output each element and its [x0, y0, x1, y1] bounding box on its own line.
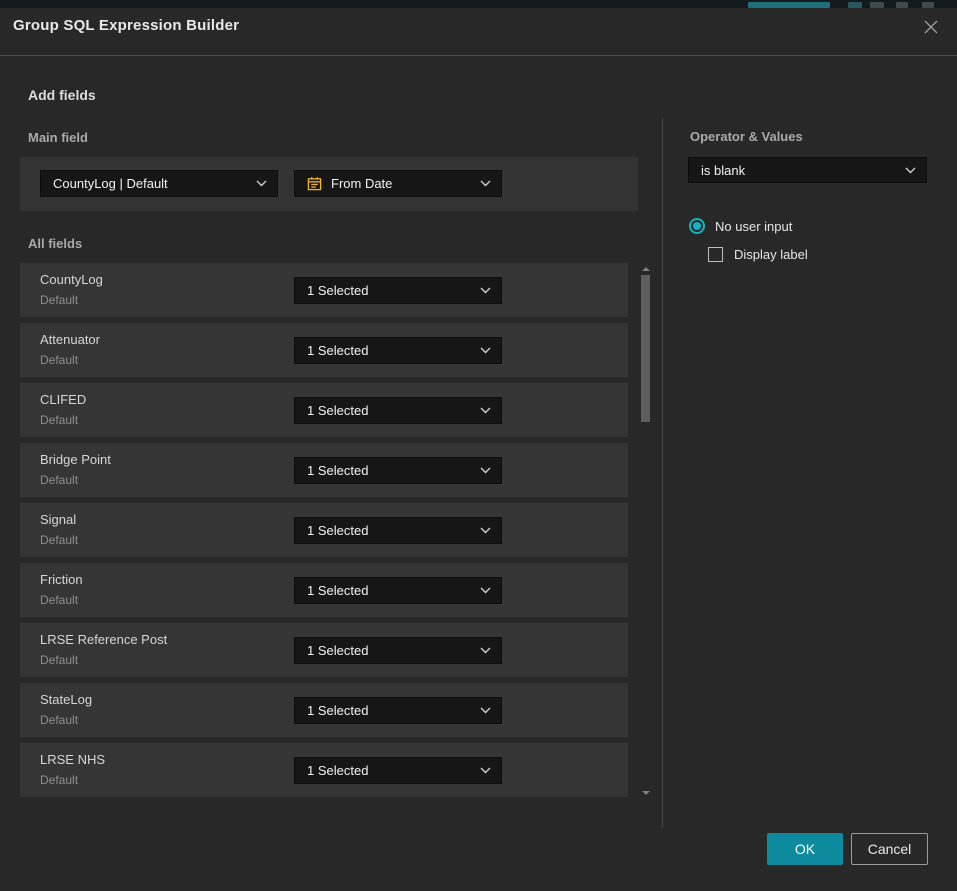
field-row: Bridge Point Default 1 Selected: [20, 443, 628, 497]
chevron-down-icon: [480, 767, 491, 774]
scrollbar-thumb[interactable]: [641, 275, 650, 422]
main-field-label: Main field: [28, 130, 88, 145]
field-selected-value: 1 Selected: [307, 703, 472, 718]
field-source-label: Default: [40, 293, 78, 307]
fields-list-scrollbar[interactable]: [639, 263, 652, 797]
field-selected-dropdown[interactable]: 1 Selected: [294, 337, 502, 364]
calendar-icon: [307, 176, 322, 191]
display-label-checkbox[interactable]: Display label: [708, 247, 808, 262]
field-selected-value: 1 Selected: [307, 283, 472, 298]
scrollbar-down-arrow-icon[interactable]: [642, 791, 650, 795]
field-selected-value: 1 Selected: [307, 763, 472, 778]
field-selected-value: 1 Selected: [307, 343, 472, 358]
field-row: Attenuator Default 1 Selected: [20, 323, 628, 377]
field-source-label: Default: [40, 353, 78, 367]
field-name: LRSE Reference Post: [40, 632, 167, 647]
field-row: CountyLog Default 1 Selected: [20, 263, 628, 317]
operator-dropdown-value: is blank: [701, 163, 897, 178]
main-field-dropdown[interactable]: From Date: [294, 170, 502, 197]
scrollbar-up-arrow-icon[interactable]: [642, 267, 650, 271]
field-selected-dropdown[interactable]: 1 Selected: [294, 517, 502, 544]
operator-dropdown[interactable]: is blank: [688, 157, 927, 183]
chevron-down-icon: [480, 180, 491, 187]
chevron-down-icon: [480, 287, 491, 294]
chevron-down-icon: [480, 407, 491, 414]
field-row: StateLog Default 1 Selected: [20, 683, 628, 737]
chevron-down-icon: [480, 527, 491, 534]
field-selected-dropdown[interactable]: 1 Selected: [294, 277, 502, 304]
field-selected-dropdown[interactable]: 1 Selected: [294, 757, 502, 784]
main-field-dropdown-value: From Date: [331, 176, 472, 191]
field-selected-value: 1 Selected: [307, 403, 472, 418]
field-selected-dropdown[interactable]: 1 Selected: [294, 397, 502, 424]
operator-values-heading: Operator & Values: [690, 129, 803, 144]
field-source-label: Default: [40, 413, 78, 427]
chevron-down-icon: [480, 647, 491, 654]
ok-button[interactable]: OK: [767, 833, 843, 865]
main-layer-dropdown-value: CountyLog | Default: [53, 176, 248, 191]
field-name: Signal: [40, 512, 76, 527]
field-source-label: Default: [40, 533, 78, 547]
no-user-input-label: No user input: [715, 219, 792, 234]
title-divider: [0, 55, 957, 56]
field-source-label: Default: [40, 653, 78, 667]
field-row: Signal Default 1 Selected: [20, 503, 628, 557]
field-selected-value: 1 Selected: [307, 523, 472, 538]
field-row: LRSE NHS Default 1 Selected: [20, 743, 628, 797]
field-name: StateLog: [40, 692, 92, 707]
chevron-down-icon: [480, 467, 491, 474]
field-selected-value: 1 Selected: [307, 643, 472, 658]
close-icon: [921, 17, 941, 40]
field-selected-dropdown[interactable]: 1 Selected: [294, 637, 502, 664]
checkbox-unchecked-icon: [708, 247, 723, 262]
field-selected-value: 1 Selected: [307, 463, 472, 478]
field-selected-dropdown[interactable]: 1 Selected: [294, 577, 502, 604]
field-selected-dropdown[interactable]: 1 Selected: [294, 697, 502, 724]
field-source-label: Default: [40, 473, 78, 487]
field-selected-value: 1 Selected: [307, 583, 472, 598]
add-fields-heading: Add fields: [28, 87, 96, 103]
display-label-text: Display label: [734, 247, 808, 262]
main-layer-dropdown[interactable]: CountyLog | Default: [40, 170, 278, 197]
chevron-down-icon: [905, 167, 916, 174]
field-name: LRSE NHS: [40, 752, 105, 767]
field-name: Friction: [40, 572, 83, 587]
chevron-down-icon: [480, 347, 491, 354]
radio-selected-icon: [689, 218, 705, 234]
field-source-label: Default: [40, 773, 78, 787]
field-row: CLIFED Default 1 Selected: [20, 383, 628, 437]
main-field-panel: CountyLog | Default From Date: [20, 157, 638, 211]
field-name: CLIFED: [40, 392, 86, 407]
field-name: Bridge Point: [40, 452, 111, 467]
field-selected-dropdown[interactable]: 1 Selected: [294, 457, 502, 484]
cancel-button[interactable]: Cancel: [851, 833, 928, 865]
chevron-down-icon: [480, 587, 491, 594]
all-fields-list: CountyLog Default 1 Selected Attenuator Defa…: [20, 263, 628, 797]
field-source-label: Default: [40, 713, 78, 727]
field-name: CountyLog: [40, 272, 103, 287]
close-button[interactable]: [917, 14, 945, 42]
all-fields-label: All fields: [28, 236, 82, 251]
field-row: Friction Default 1 Selected: [20, 563, 628, 617]
field-source-label: Default: [40, 593, 78, 607]
dialog-title: Group SQL Expression Builder: [13, 17, 239, 34]
chevron-down-icon: [480, 707, 491, 714]
no-user-input-radio[interactable]: No user input: [689, 218, 792, 234]
chevron-down-icon: [256, 180, 267, 187]
background-app-strip: [0, 0, 957, 8]
panel-divider: [662, 118, 663, 828]
field-name: Attenuator: [40, 332, 100, 347]
field-row: LRSE Reference Post Default 1 Selected: [20, 623, 628, 677]
